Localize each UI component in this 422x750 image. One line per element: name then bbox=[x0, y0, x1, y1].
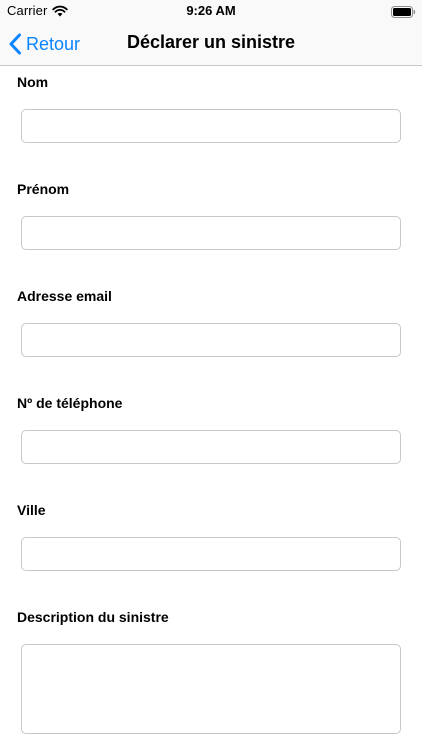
city-input[interactable] bbox=[21, 537, 401, 571]
phone-input[interactable] bbox=[21, 430, 401, 464]
email-label: Adresse email bbox=[17, 288, 112, 304]
claim-description-textarea[interactable] bbox=[21, 644, 401, 734]
first-name-input[interactable] bbox=[21, 216, 401, 250]
last-name-label: Nom bbox=[17, 74, 49, 90]
page-title: Déclarer un sinistre bbox=[126, 32, 296, 52]
status-time: 9:26 AM bbox=[186, 3, 236, 18]
first-name-label: Prénom bbox=[17, 181, 70, 197]
phone-label: Nº de téléphone bbox=[17, 395, 123, 411]
navigation-bar: Retour Déclarer un sinistre bbox=[0, 22, 422, 66]
battery-icon bbox=[391, 5, 416, 18]
last-name-input[interactable] bbox=[21, 109, 401, 143]
city-label: Ville bbox=[17, 502, 46, 518]
status-bar: Carrier 9:26 AM bbox=[0, 0, 422, 22]
email-input[interactable] bbox=[21, 323, 401, 357]
claim-description-label: Description du sinistre bbox=[17, 609, 169, 625]
